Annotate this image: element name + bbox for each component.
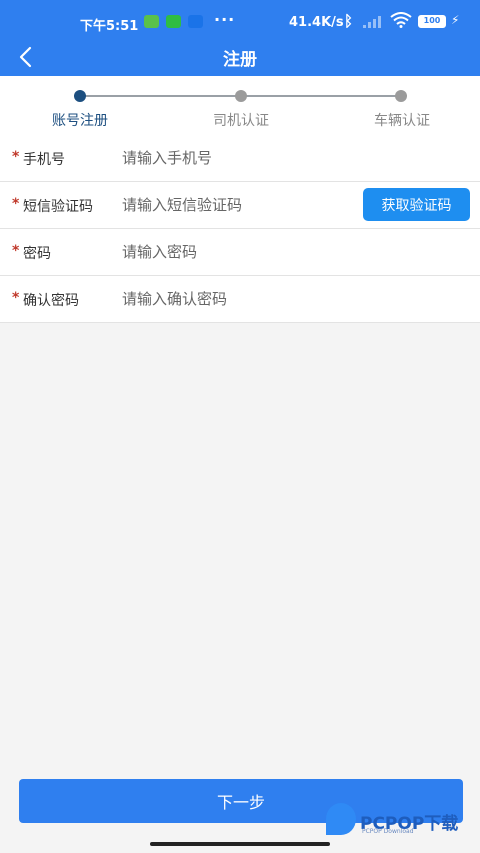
bluetooth-icon: ᛒ (344, 12, 354, 30)
signal-icon (363, 16, 381, 28)
top-bar: 下午5:51 ··· 41.4K/s ᛒ 100 ⚡ 注册 (0, 0, 480, 76)
phone-label: 手机号 (23, 152, 65, 168)
step-connector (80, 95, 241, 97)
zhihu-badge-icon (188, 15, 203, 28)
step-progress: 账号注册 司机认证 车辆认证 (0, 76, 480, 135)
step-dot-account (74, 90, 86, 102)
password-label: 密码 (23, 246, 51, 262)
step-dot-vehicle (395, 90, 407, 102)
watermark: PCPOP下载 PCPOP Download (326, 803, 476, 839)
step-connector (241, 95, 401, 97)
sms-code-input[interactable] (122, 190, 352, 220)
wifi-icon (390, 12, 412, 28)
phone-row: * 手机号 (0, 135, 480, 182)
step-label-vehicle: 车辆认证 (374, 113, 430, 129)
step-label-account: 账号注册 (52, 113, 108, 129)
password-row: * 密码 (0, 229, 480, 276)
step-label-driver: 司机认证 (213, 113, 269, 129)
nav-bar: 注册 (0, 42, 480, 76)
required-mark: * (12, 196, 20, 212)
register-form: * 手机号 * 短信验证码 获取验证码 * 密码 * 确认密码 (0, 135, 480, 323)
battery-icon: 100 (418, 15, 446, 28)
status-bar: 下午5:51 ··· 41.4K/s ᛒ 100 ⚡ (0, 0, 480, 42)
required-mark: * (12, 290, 20, 306)
get-code-button[interactable]: 获取验证码 (363, 188, 470, 221)
phone-input[interactable] (122, 143, 352, 173)
network-speed: 41.4K/s (289, 15, 344, 30)
message-badge-icon (144, 15, 159, 28)
wechat-badge-icon (166, 15, 181, 28)
watermark-sub: PCPOP Download (362, 828, 414, 835)
page-title: 注册 (223, 50, 257, 70)
status-time: 下午5:51 (80, 19, 139, 34)
confirm-password-input[interactable] (122, 284, 352, 314)
required-mark: * (12, 243, 20, 259)
required-mark: * (12, 149, 20, 165)
step-dot-driver (235, 90, 247, 102)
confirm-password-label: 确认密码 (23, 293, 79, 309)
password-input[interactable] (122, 237, 352, 267)
home-indicator (150, 842, 330, 846)
sms-code-row: * 短信验证码 获取验证码 (0, 182, 480, 229)
pcpop-logo-icon (326, 803, 356, 835)
sms-code-label: 短信验证码 (23, 199, 93, 215)
more-notifications-icon: ··· (214, 10, 236, 29)
charging-icon: ⚡ (451, 13, 460, 27)
confirm-password-row: * 确认密码 (0, 276, 480, 323)
